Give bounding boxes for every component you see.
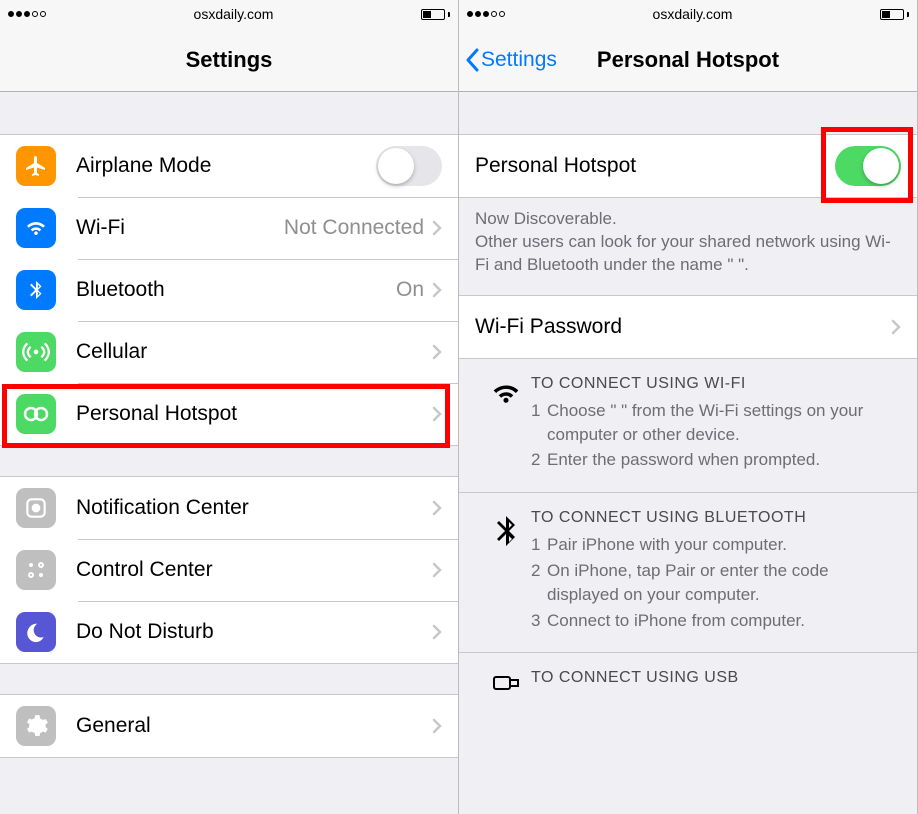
cellular-icon [16,332,56,372]
wifi-icon [481,375,531,474]
wifi-label: Wi-Fi [76,216,125,240]
general-label: General [76,714,151,738]
page-title: Settings [186,47,273,73]
control-center-label: Control Center [76,558,213,582]
status-url: osxdaily.com [194,6,274,22]
bluetooth-icon [16,270,56,310]
cellular-label: Cellular [76,340,147,364]
discoverable-text: Now Discoverable. Other users can look f… [459,198,917,295]
airplane-icon [16,146,56,186]
row-wifi-password[interactable]: Wi-Fi Password [459,296,917,358]
airplane-toggle[interactable] [376,146,442,186]
chevron-right-icon [432,282,442,298]
instruction-wifi: TO CONNECT USING WI-FI 1Choose " " from … [459,359,917,493]
hotspot-label: Personal Hotspot [76,402,237,426]
signal-dots-icon [467,11,505,17]
hotspot-toggle-group: Personal Hotspot [459,134,917,198]
chevron-right-icon [432,406,442,422]
battery-icon [880,9,909,20]
chevron-right-icon [432,624,442,640]
page-title: Personal Hotspot [597,47,779,73]
left-screenshot: osxdaily.com Settings Airplane Mode [0,0,459,814]
chevron-right-icon [432,344,442,360]
signal-dots-icon [8,11,46,17]
row-personal-hotspot[interactable]: Personal Hotspot [0,383,458,445]
settings-group-general: General [0,694,458,758]
instruction-bluetooth: TO CONNECT USING BLUETOOTH 1Pair iPhone … [459,493,917,653]
row-airplane-mode[interactable]: Airplane Mode [0,135,458,197]
instruction-step: 1Choose " " from the Wi-Fi settings on y… [531,399,901,447]
instruction-title: TO CONNECT USING BLUETOOTH [531,509,901,527]
instruction-title: TO CONNECT USING USB [531,669,901,687]
chevron-right-icon [432,718,442,734]
bluetooth-icon [481,509,531,634]
row-do-not-disturb[interactable]: Do Not Disturb [0,601,458,663]
chevron-right-icon [891,319,901,335]
bluetooth-value: On [396,278,424,302]
nav-bar: Settings [0,28,458,92]
instruction-step: 3Connect to iPhone from computer. [531,609,901,633]
row-notification-center[interactable]: Notification Center [0,477,458,539]
hotspot-toggle[interactable] [835,146,901,186]
row-cellular[interactable]: Cellular [0,321,458,383]
instruction-title: TO CONNECT USING WI-FI [531,375,901,393]
settings-group-connectivity: Airplane Mode Wi-Fi Not Connected Blueto… [0,134,458,446]
gear-icon [16,706,56,746]
row-control-center[interactable]: Control Center [0,539,458,601]
chevron-right-icon [432,500,442,516]
row-hotspot-toggle[interactable]: Personal Hotspot [459,135,917,197]
control-center-icon [16,550,56,590]
instruction-step: 2Enter the password when prompted. [531,448,901,472]
instruction-usb: TO CONNECT USING USB [459,653,917,711]
wifi-icon [16,208,56,248]
hotspot-detail[interactable]: Personal Hotspot Now Discoverable. Other… [459,92,917,814]
nav-bar: Settings Personal Hotspot [459,28,917,92]
back-button[interactable]: Settings [465,48,557,72]
airplane-label: Airplane Mode [76,154,211,178]
hotspot-toggle-label: Personal Hotspot [475,154,636,178]
wifi-value: Not Connected [284,216,424,240]
status-bar: osxdaily.com [459,0,917,28]
usb-icon [481,669,531,693]
settings-group-system: Notification Center Control Center Do No… [0,476,458,664]
status-url: osxdaily.com [653,6,733,22]
right-screenshot: osxdaily.com Settings Personal Hotspot P… [459,0,918,814]
password-group: Wi-Fi Password [459,295,917,359]
battery-icon [421,9,450,20]
chevron-left-icon [465,48,479,72]
moon-icon [16,612,56,652]
dnd-label: Do Not Disturb [76,620,214,644]
hotspot-icon [16,394,56,434]
instructions-list: TO CONNECT USING WI-FI 1Choose " " from … [459,359,917,712]
wifi-password-label: Wi-Fi Password [475,315,622,339]
chevron-right-icon [432,562,442,578]
row-bluetooth[interactable]: Bluetooth On [0,259,458,321]
row-general[interactable]: General [0,695,458,757]
back-label: Settings [481,48,557,72]
instruction-step: 2On iPhone, tap Pair or enter the code d… [531,559,901,607]
bluetooth-label: Bluetooth [76,278,165,302]
status-bar: osxdaily.com [0,0,458,28]
notification-center-label: Notification Center [76,496,249,520]
chevron-right-icon [432,220,442,236]
notification-center-icon [16,488,56,528]
row-wifi[interactable]: Wi-Fi Not Connected [0,197,458,259]
instruction-step: 1Pair iPhone with your computer. [531,533,901,557]
settings-list[interactable]: Airplane Mode Wi-Fi Not Connected Blueto… [0,92,458,814]
